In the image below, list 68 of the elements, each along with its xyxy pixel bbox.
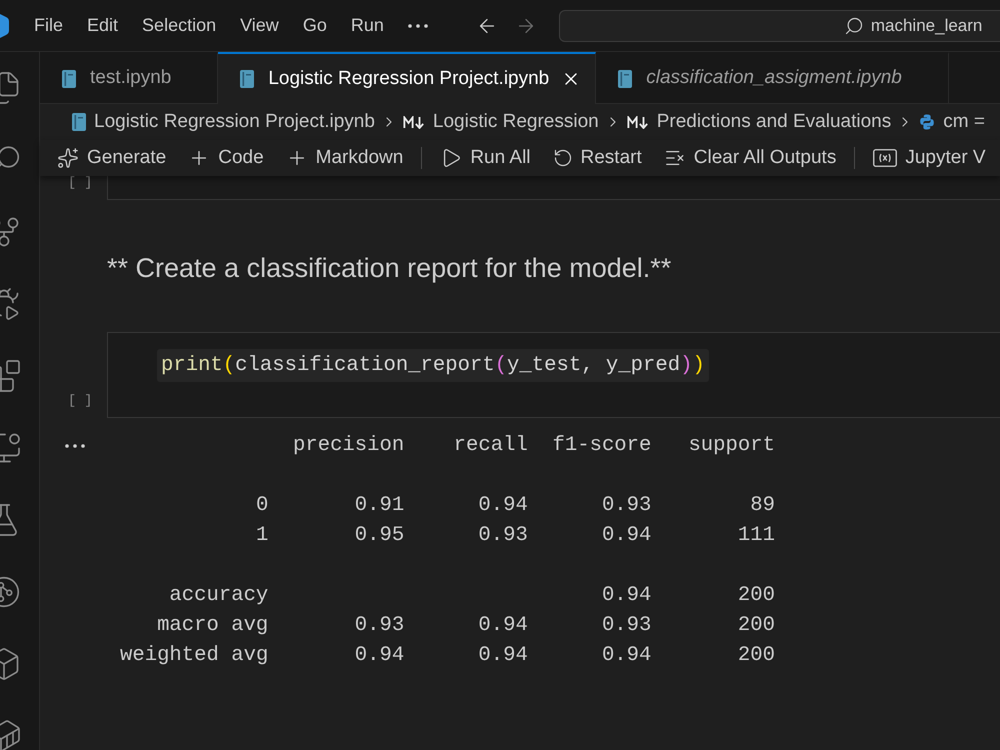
table-cell-text: 0.94 [600, 523, 652, 549]
blocks-icon[interactable] [0, 358, 22, 394]
column-header: precision [292, 433, 404, 459]
notebook-icon [62, 70, 76, 88]
table-cell-text: 0.93 [600, 613, 652, 639]
toolbar-button[interactable]: Markdown [280, 144, 410, 172]
command-center[interactable]: machine_learn [558, 10, 1000, 42]
execution-count: [ ] [68, 176, 92, 192]
table-cell-text: 0.93 [354, 613, 404, 639]
toolbar-button[interactable]: Generate [51, 144, 172, 172]
menu-item[interactable]: Edit [75, 10, 130, 42]
breadcrumb-item[interactable]: Logistic Regression [400, 108, 601, 136]
notebook-icon [240, 70, 254, 88]
menu-item[interactable]: View [228, 10, 291, 42]
row-label: 1 [254, 523, 268, 549]
markdown-icon [626, 116, 649, 128]
row-label: macro avg [156, 613, 268, 639]
container-icon[interactable] [0, 718, 22, 750]
menu-item[interactable]: Selection [130, 10, 228, 42]
column-header: f1-score [552, 433, 652, 459]
variables-icon [873, 149, 898, 167]
tab[interactable]: test.ipynb [40, 52, 218, 104]
sparkles-icon [57, 147, 79, 169]
table-cell-text: 200 [736, 583, 775, 609]
notebook-icon [72, 113, 86, 131]
table-cell-text: 0.93 [600, 493, 652, 519]
table-cell-text: 0.91 [354, 493, 404, 519]
table-cell-text: 200 [736, 643, 775, 669]
breadcrumb-item[interactable]: cm = [917, 108, 987, 136]
table-cell-text: 0.94 [477, 613, 528, 639]
execution-count: [ ] [68, 394, 92, 410]
toolbar-button[interactable]: Code [182, 144, 270, 172]
table-cell-text: 0.94 [600, 643, 652, 669]
table-cell-text: 0.94 [600, 583, 652, 609]
app-logo-icon [0, 14, 9, 38]
table-cell-text: 0.94 [477, 643, 528, 669]
menu-item[interactable]: File [22, 10, 76, 42]
notebook-icon [618, 70, 632, 88]
toolbar-button[interactable]: Clear All Outputs [658, 144, 842, 172]
row-label: accuracy [168, 583, 268, 609]
code-editor[interactable]: print(classification_report(y_test, y_pred)) [107, 332, 1000, 418]
tab[interactable]: classification_assigment.ipynb [596, 52, 949, 104]
python-icon [919, 114, 936, 130]
table-cell-text: 89 [749, 493, 775, 519]
toolbar-button[interactable]: Restart [546, 144, 648, 172]
breadcrumb-item[interactable]: Predictions and Evaluations [624, 108, 894, 136]
table-cell-text: 111 [736, 523, 775, 549]
menu-item[interactable]: Go [290, 10, 339, 42]
toolbar-button[interactable]: Run All [434, 144, 537, 172]
markdown-text: ** Create a classification report for the model.** [107, 252, 672, 285]
menu-item[interactable]: Run [338, 10, 396, 42]
tab[interactable]: Logistic Regression Project.ipynb [218, 52, 596, 104]
search-icon [844, 16, 864, 36]
table-cell-text: 200 [736, 613, 775, 639]
markdown-icon [402, 116, 425, 128]
table-cell-text: 0.94 [354, 643, 404, 669]
table-cell-text: 0.95 [354, 523, 404, 549]
circular-arrow-icon [552, 148, 573, 168]
toolbar-button[interactable]: Jupyter V [867, 144, 992, 172]
table-cell-text: 0.93 [477, 523, 528, 549]
column-header: support [687, 433, 775, 459]
column-header: recall [452, 433, 528, 459]
breadcrumb-item[interactable]: Logistic Regression Project.ipynb [70, 108, 377, 136]
table-cell-text: 0.94 [477, 493, 528, 519]
more-icon [408, 24, 428, 28]
row-label: weighted avg [120, 643, 268, 669]
row-label: 0 [254, 493, 268, 519]
more-icon[interactable] [65, 444, 85, 448]
